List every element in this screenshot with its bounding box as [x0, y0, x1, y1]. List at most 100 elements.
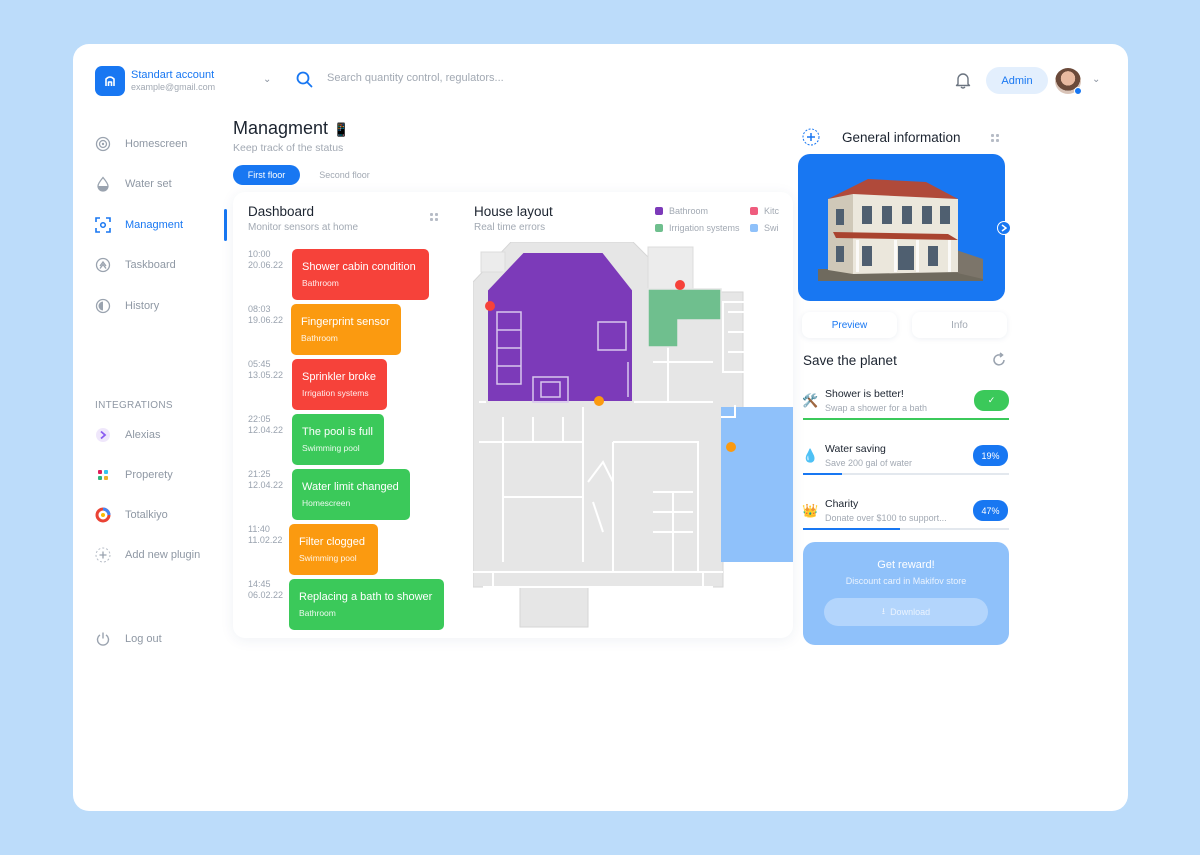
event-card-warning[interactable]: Fingerprint sensor Bathroom: [291, 304, 401, 355]
search-icon[interactable]: [296, 71, 313, 93]
legend-swimming: Swi: [750, 223, 779, 233]
integration-label: Properety: [125, 469, 173, 481]
event-card-ok[interactable]: Replacing a bath to shower Bathroom: [289, 579, 444, 630]
download-icon: ⭳: [881, 606, 886, 616]
goal-title: Charity: [825, 498, 859, 510]
event-card-ok[interactable]: The pool is full Swimming pool: [292, 414, 384, 465]
sidebar-item-managment[interactable]: Managment: [95, 217, 183, 233]
account-name[interactable]: Standart account: [131, 69, 214, 81]
event-time: 11:40: [248, 524, 270, 534]
admin-button[interactable]: Admin: [986, 67, 1048, 94]
dashboard-title: Dashboard: [248, 204, 315, 219]
app-logo[interactable]: [95, 66, 125, 96]
tab-preview[interactable]: Preview: [802, 312, 897, 338]
sidebar-item-label: Homescreen: [125, 138, 188, 150]
legend-label: Bathroom: [669, 206, 709, 216]
dashboard-menu-icon[interactable]: [430, 213, 438, 221]
integrations-label: INTEGRATIONS: [95, 400, 173, 411]
event-date: 11.02.22: [248, 535, 283, 545]
chevron-right-icon: [1001, 224, 1007, 232]
event-date: 20.06.22: [248, 260, 284, 270]
phone-emoji: 📱: [333, 122, 350, 137]
event-timestamp: 14:45 06.02.22: [248, 579, 283, 601]
alexias-icon: [95, 427, 111, 443]
download-button[interactable]: ⭳ Download: [824, 598, 988, 626]
floor-plan[interactable]: [473, 242, 793, 638]
event-timestamp: 21:25 12.04.22: [248, 469, 283, 491]
app-window: Standart account example@gmail.com ⌄ Adm…: [73, 44, 1128, 811]
event-time: 08:03: [248, 304, 271, 314]
goal-status-pill[interactable]: ✓: [974, 390, 1009, 411]
general-info-title: General information: [842, 130, 961, 145]
goal-status-pill[interactable]: 19%: [973, 445, 1008, 466]
event-time: 22:05: [248, 414, 271, 424]
sidebar-item-water-set[interactable]: Water set: [95, 176, 172, 192]
error-marker[interactable]: [675, 280, 685, 290]
goal-emoji-icon: 🛠️: [802, 393, 819, 408]
event-title: Sprinkler broke: [302, 371, 376, 383]
event-time: 14:45: [248, 579, 271, 589]
search-input[interactable]: [327, 72, 627, 84]
sidebar-item-taskboard[interactable]: Taskboard: [95, 257, 176, 273]
history-icon: [95, 298, 111, 314]
goal-progress-track: [803, 418, 1009, 420]
page-title: Managment 📱: [233, 118, 349, 139]
integration-label: Alexias: [125, 429, 161, 441]
error-marker[interactable]: [485, 301, 495, 311]
event-timestamp: 08:03 19.06.22: [248, 304, 283, 326]
account-chevron-down-icon[interactable]: ⌄: [263, 74, 271, 85]
page-title-text: Managment: [233, 118, 329, 138]
event-card-ok[interactable]: Water limit changed Homescreen: [292, 469, 410, 520]
integration-totalkiyo[interactable]: Totalkiyo: [95, 507, 168, 523]
totalkiyo-icon: [95, 507, 111, 523]
integration-alexias[interactable]: Alexias: [95, 427, 160, 443]
online-status-dot: [1074, 87, 1082, 95]
layout-title: House layout: [474, 204, 553, 219]
info-menu-icon[interactable]: [991, 134, 999, 142]
legend-kitchen: Kitc: [750, 206, 779, 216]
add-info-icon[interactable]: [802, 128, 820, 151]
tab-info[interactable]: Info: [912, 312, 1007, 338]
event-card-error[interactable]: Sprinkler broke Irrigation systems: [292, 359, 387, 410]
event-location: Bathroom: [302, 278, 339, 288]
event-card-warning[interactable]: Filter clogged Swimming pool: [289, 524, 378, 575]
tab-first-floor[interactable]: First floor: [233, 165, 300, 185]
integration-properety[interactable]: Properety: [95, 467, 173, 483]
profile-chevron-down-icon[interactable]: ⌄: [1092, 74, 1100, 85]
refresh-icon[interactable]: [992, 352, 1007, 372]
event-title: Replacing a bath to shower: [299, 591, 433, 603]
save-planet-title: Save the planet: [803, 353, 897, 368]
sidebar-item-homescreen[interactable]: Homescreen: [95, 136, 187, 152]
tab-second-floor[interactable]: Second floor: [308, 165, 381, 185]
legend-irrigation: Irrigation systems: [655, 223, 740, 233]
sidebar-item-history[interactable]: History: [95, 298, 159, 314]
account-email: example@gmail.com: [131, 82, 216, 92]
integration-label: Add new plugin: [125, 549, 201, 561]
active-nav-indicator: [224, 209, 227, 241]
goal-subtitle: Save 200 gal of water: [825, 458, 913, 468]
goal-progress-fill: [803, 528, 900, 530]
next-image-button[interactable]: [997, 221, 1011, 235]
sidebar-item-label: Taskboard: [125, 259, 176, 271]
goal-status-pill[interactable]: 47%: [973, 500, 1008, 521]
goal-emoji-icon: 👑: [802, 503, 819, 518]
goal-title: Shower is better!: [825, 388, 904, 400]
layout-subtitle: Real time errors: [474, 222, 546, 233]
event-date: 13.05.22: [248, 370, 284, 380]
warning-marker[interactable]: [726, 442, 736, 452]
event-timestamp: 11:40 11.02.22: [248, 524, 282, 546]
house-preview: [798, 154, 1005, 301]
event-title: Shower cabin condition: [302, 261, 416, 273]
bell-icon[interactable]: [955, 71, 971, 94]
event-title: Water limit changed: [302, 481, 399, 493]
warning-marker[interactable]: [594, 396, 604, 406]
event-location: Bathroom: [301, 333, 338, 343]
add-new-plugin-button[interactable]: Add new plugin: [95, 547, 200, 563]
event-card-error[interactable]: Shower cabin condition Bathroom: [292, 249, 429, 300]
download-label: Download: [890, 607, 931, 617]
logout-button[interactable]: Log out: [95, 631, 162, 647]
legend-label: Kitc: [764, 206, 780, 216]
event-title: The pool is full: [302, 426, 373, 438]
event-date: 06.02.22: [248, 590, 284, 600]
event-time: 21:25: [248, 469, 271, 479]
